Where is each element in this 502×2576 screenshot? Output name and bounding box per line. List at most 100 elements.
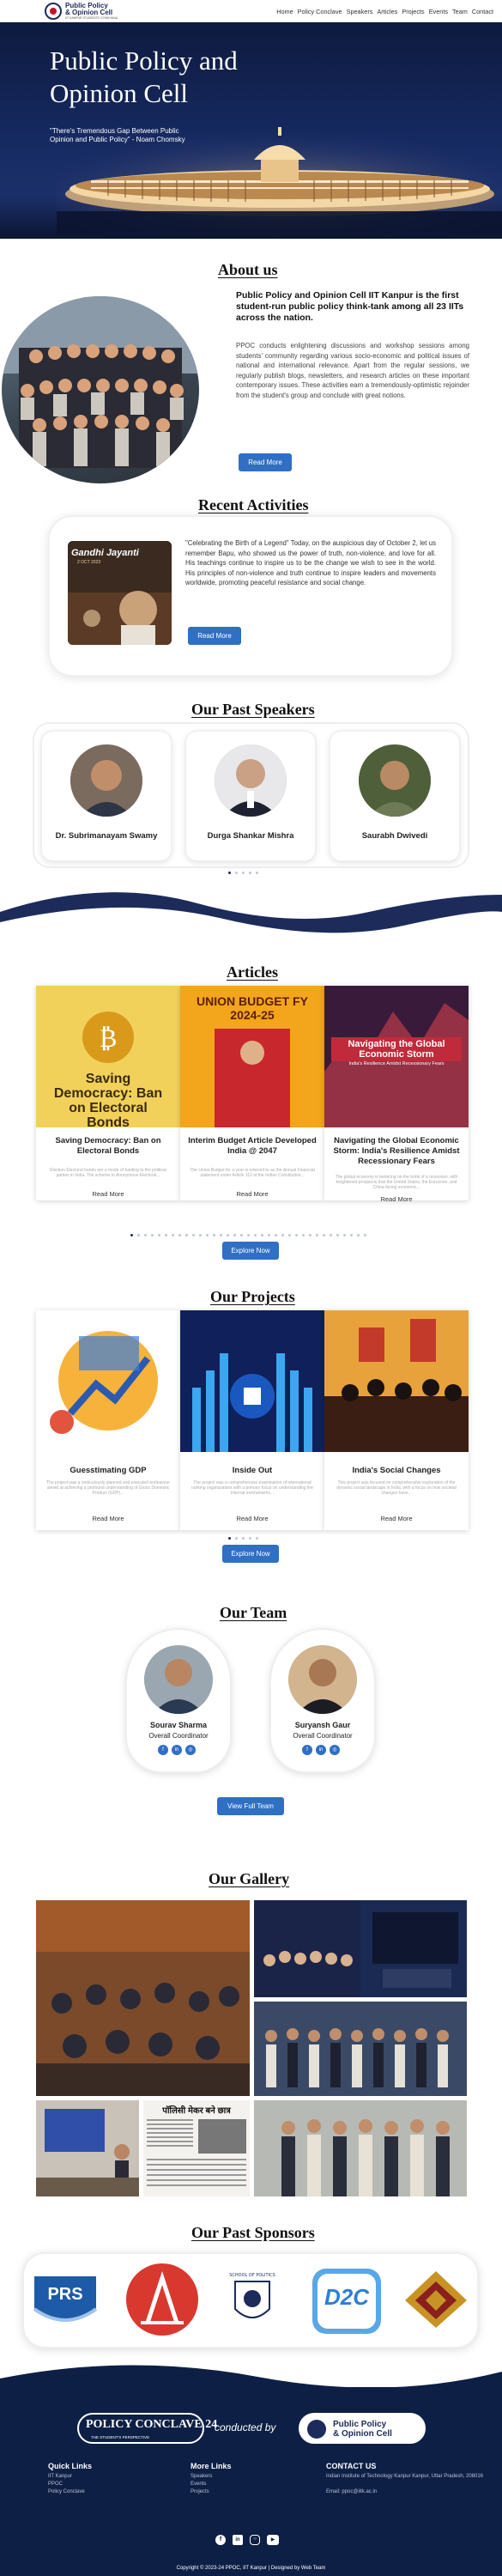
pagination-dot[interactable] [235, 872, 238, 874]
pagination-dot[interactable] [172, 1234, 174, 1236]
sponsor-logo-congress[interactable] [125, 2263, 199, 2336]
quick-link[interactable]: IIT Kanpur [48, 2473, 85, 2481]
more-link[interactable]: Projects [191, 2488, 212, 2496]
linkedin-icon[interactable]: in [316, 1745, 326, 1755]
quick-link[interactable]: Policy Conclave [48, 2488, 85, 2496]
pagination-dot[interactable] [228, 1537, 231, 1540]
sponsor-logo-prs[interactable]: PRS [31, 2271, 100, 2330]
instagram-icon[interactable]: ◎ [185, 1745, 196, 1755]
pagination-dot[interactable] [158, 1234, 160, 1236]
activity-read-more-button[interactable]: Read More [188, 627, 241, 645]
project-card[interactable]: India's Social Changes This project was … [324, 1310, 469, 1530]
pagination-dot[interactable] [316, 1234, 318, 1236]
facebook-icon[interactable]: f [215, 2535, 226, 2545]
pagination-dot[interactable] [357, 1234, 360, 1236]
instagram-icon[interactable]: ○ [250, 2535, 260, 2545]
speaker-card[interactable]: Durga Shankar Mishra [186, 732, 315, 860]
pagination-dot[interactable] [206, 1234, 209, 1236]
nav-team[interactable]: Team [452, 8, 468, 15]
pagination-dot[interactable] [130, 1234, 133, 1236]
pagination-dot[interactable] [185, 1234, 188, 1236]
pagination-dot[interactable] [261, 1234, 263, 1236]
pagination-dot[interactable] [192, 1234, 195, 1236]
nav-articles[interactable]: Articles [377, 8, 397, 15]
pagination-dot[interactable] [235, 1537, 238, 1540]
pagination-dot[interactable] [213, 1234, 215, 1236]
pagination-dot[interactable] [281, 1234, 284, 1236]
pagination-dot[interactable] [323, 1234, 325, 1236]
more-link[interactable]: Speakers [191, 2473, 212, 2481]
pagination-dot[interactable] [275, 1234, 277, 1236]
pagination-dot[interactable] [295, 1234, 298, 1236]
view-full-team-button[interactable]: View Full Team [217, 1797, 284, 1815]
gallery-image[interactable] [36, 2100, 139, 2196]
article-read-more-link[interactable]: Read More [180, 1190, 324, 1198]
pagination-dot[interactable] [256, 872, 258, 874]
projects-pagination[interactable] [228, 1537, 258, 1540]
pagination-dot[interactable] [330, 1234, 332, 1236]
gallery-image[interactable] [254, 2100, 467, 2196]
linkedin-icon[interactable]: in [172, 1745, 182, 1755]
facebook-icon[interactable]: f [158, 1745, 168, 1755]
gallery-image[interactable] [254, 1900, 467, 1997]
pagination-dot[interactable] [242, 1537, 245, 1540]
nav-speakers[interactable]: Speakers [347, 8, 373, 15]
article-card[interactable]: UNION BUDGET FY 2024-25 Interim Budget A… [180, 986, 324, 1200]
articles-explore-button[interactable]: Explore Now [222, 1242, 279, 1260]
pagination-dot[interactable] [178, 1234, 181, 1236]
article-card[interactable]: ₿ Saving Democracy: Ban on Electoral Bon… [36, 986, 180, 1200]
pagination-dot[interactable] [137, 1234, 140, 1236]
pagination-dot[interactable] [227, 1234, 229, 1236]
speaker-card[interactable]: Saurabh Dwivedi [330, 732, 459, 860]
gallery-image[interactable]: पॉलिसी मेकर बने छात्र [143, 2100, 250, 2196]
pagination-dot[interactable] [256, 1537, 258, 1540]
article-read-more-link[interactable]: Read More [36, 1190, 180, 1198]
pagination-dot[interactable] [220, 1234, 222, 1236]
pagination-dot[interactable] [249, 872, 251, 874]
pagination-dot[interactable] [247, 1234, 250, 1236]
gallery-image[interactable] [36, 1900, 250, 2096]
facebook-icon[interactable]: f [302, 1745, 312, 1755]
brand-name[interactable]: Public Policy & Opinion Cell IIT KANPUR … [65, 3, 118, 21]
quick-link[interactable]: PPOC [48, 2481, 85, 2488]
linkedin-icon[interactable]: in [233, 2535, 243, 2545]
pagination-dot[interactable] [288, 1234, 291, 1236]
speaker-card[interactable]: Dr. Subrimanayam Swamy [42, 732, 171, 860]
pagination-dot[interactable] [254, 1234, 257, 1236]
pagination-dot[interactable] [350, 1234, 353, 1236]
nav-projects[interactable]: Projects [402, 8, 424, 15]
project-card[interactable]: Inside Out The project was a comprehensi… [180, 1310, 324, 1530]
pagination-dot[interactable] [233, 1234, 236, 1236]
article-card[interactable]: Navigating the Global Economic Storm Ind… [324, 986, 469, 1203]
nav-policy-conclave[interactable]: Policy Conclave [298, 8, 342, 15]
articles-pagination[interactable] [130, 1234, 366, 1236]
pagination-dot[interactable] [302, 1234, 305, 1236]
nav-home[interactable]: Home [276, 8, 293, 15]
pagination-dot[interactable] [364, 1234, 366, 1236]
pagination-dot[interactable] [199, 1234, 202, 1236]
pagination-dot[interactable] [242, 872, 245, 874]
project-read-more-link[interactable]: Read More [180, 1515, 324, 1522]
about-read-more-button[interactable]: Read More [239, 453, 292, 471]
pagination-dot[interactable] [343, 1234, 346, 1236]
pagination-dot[interactable] [144, 1234, 147, 1236]
pagination-dot[interactable] [165, 1234, 167, 1236]
project-card[interactable]: Guesstimating GDP The project was a meti… [36, 1310, 180, 1530]
pagination-dot[interactable] [268, 1234, 270, 1236]
policy-conclave-logo[interactable]: POLICY CONCLAVE 24 THE STUDENT'S PERSPEC… [77, 2413, 217, 2444]
contact-email[interactable]: Email: ppoc@iitk.ac.in [326, 2488, 489, 2496]
ppoc-logo-icon[interactable] [45, 3, 62, 20]
pagination-dot[interactable] [228, 872, 231, 874]
project-read-more-link[interactable]: Read More [324, 1515, 469, 1522]
speakers-pagination[interactable] [228, 872, 258, 874]
gallery-image[interactable] [254, 2002, 467, 2096]
pagination-dot[interactable] [336, 1234, 339, 1236]
sponsor-logo-school-of-politics[interactable]: SCHOOL OF POLITICS [228, 2269, 276, 2330]
pagination-dot[interactable] [249, 1537, 251, 1540]
article-read-more-link[interactable]: Read More [324, 1195, 469, 1203]
nav-contact[interactable]: Contact [472, 8, 493, 15]
pagination-dot[interactable] [309, 1234, 311, 1236]
pagination-dot[interactable] [151, 1234, 154, 1236]
project-read-more-link[interactable]: Read More [36, 1515, 180, 1522]
nav-events[interactable]: Events [429, 8, 448, 15]
